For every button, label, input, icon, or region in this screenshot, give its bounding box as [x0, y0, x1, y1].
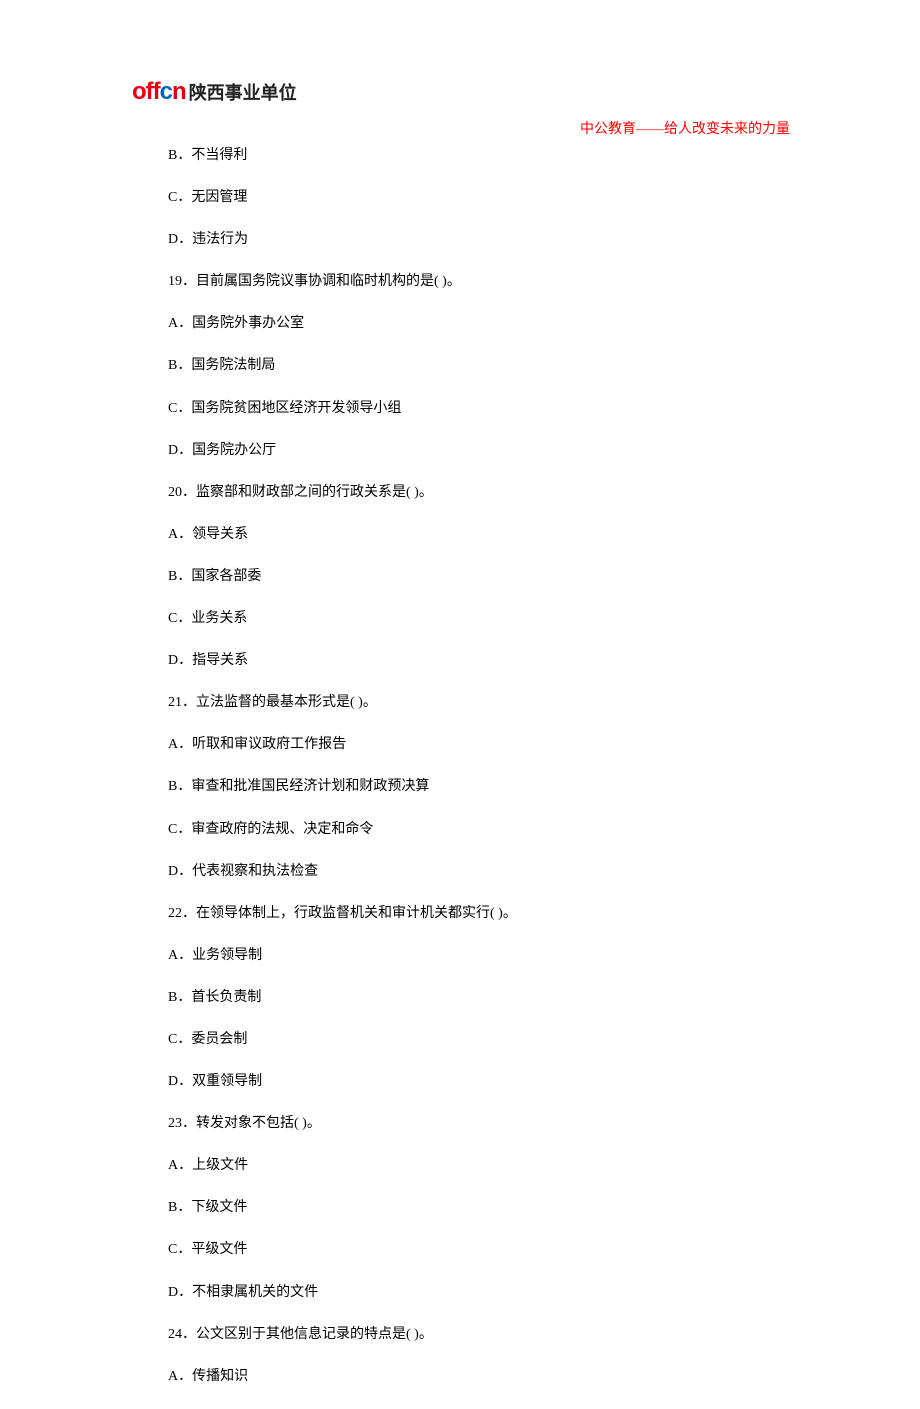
text-line: B．首长负责制 — [168, 988, 790, 1008]
text-line: B．审查和批准国民经济计划和财政预决算 — [168, 777, 790, 797]
text-line: 20．监察部和财政部之间的行政关系是( )。 — [168, 483, 790, 503]
text-line: 23．转发对象不包括( )。 — [168, 1114, 790, 1134]
text-line: D．国务院办公厅 — [168, 441, 790, 461]
text-line: 21．立法监督的最基本形式是( )。 — [168, 693, 790, 713]
text-line: C．委员会制 — [168, 1030, 790, 1050]
brand-logo: offcn — [132, 78, 186, 106]
text-line: C．审查政府的法规、决定和命令 — [168, 820, 790, 840]
text-line: D．代表视察和执法检查 — [168, 862, 790, 882]
brand-name-cn: 陕西事业单位 — [189, 79, 297, 105]
text-line: D．双重领导制 — [168, 1072, 790, 1092]
logo-part-n: n — [172, 78, 186, 105]
text-line: D．违法行为 — [168, 230, 790, 250]
text-line: A．国务院外事办公室 — [168, 314, 790, 334]
text-line: B．国务院法制局 — [168, 356, 790, 376]
text-line: A．上级文件 — [168, 1156, 790, 1176]
page-header: offcn 陕西事业单位 — [132, 78, 297, 106]
text-line: A．领导关系 — [168, 525, 790, 545]
text-line: B．下级文件 — [168, 1198, 790, 1218]
document-body: B．不当得利 C．无因管理 D．违法行为 19．目前属国务院议事协调和临时机构的… — [168, 146, 790, 1409]
text-line: D．指导关系 — [168, 651, 790, 671]
text-line: A．传播知识 — [168, 1367, 790, 1387]
text-line: A．业务领导制 — [168, 946, 790, 966]
text-line: 22．在领导体制上，行政监督机关和审计机关都实行( )。 — [168, 904, 790, 924]
text-line: C．业务关系 — [168, 609, 790, 629]
text-line: B．国家各部委 — [168, 567, 790, 587]
text-line: 19．目前属国务院议事协调和临时机构的是( )。 — [168, 272, 790, 292]
tagline-text: 中公教育——给人改变未来的力量 — [580, 118, 790, 138]
logo-part-off: off — [132, 78, 160, 105]
logo-part-c: c — [160, 78, 172, 105]
text-line: C．无因管理 — [168, 188, 790, 208]
text-line: D．不相隶属机关的文件 — [168, 1283, 790, 1303]
text-line: A．听取和审议政府工作报告 — [168, 735, 790, 755]
text-line: C．平级文件 — [168, 1240, 790, 1260]
text-line: 24．公文区别于其他信息记录的特点是( )。 — [168, 1325, 790, 1345]
text-line: B．不当得利 — [168, 146, 790, 166]
text-line: C．国务院贫困地区经济开发领导小组 — [168, 399, 790, 419]
